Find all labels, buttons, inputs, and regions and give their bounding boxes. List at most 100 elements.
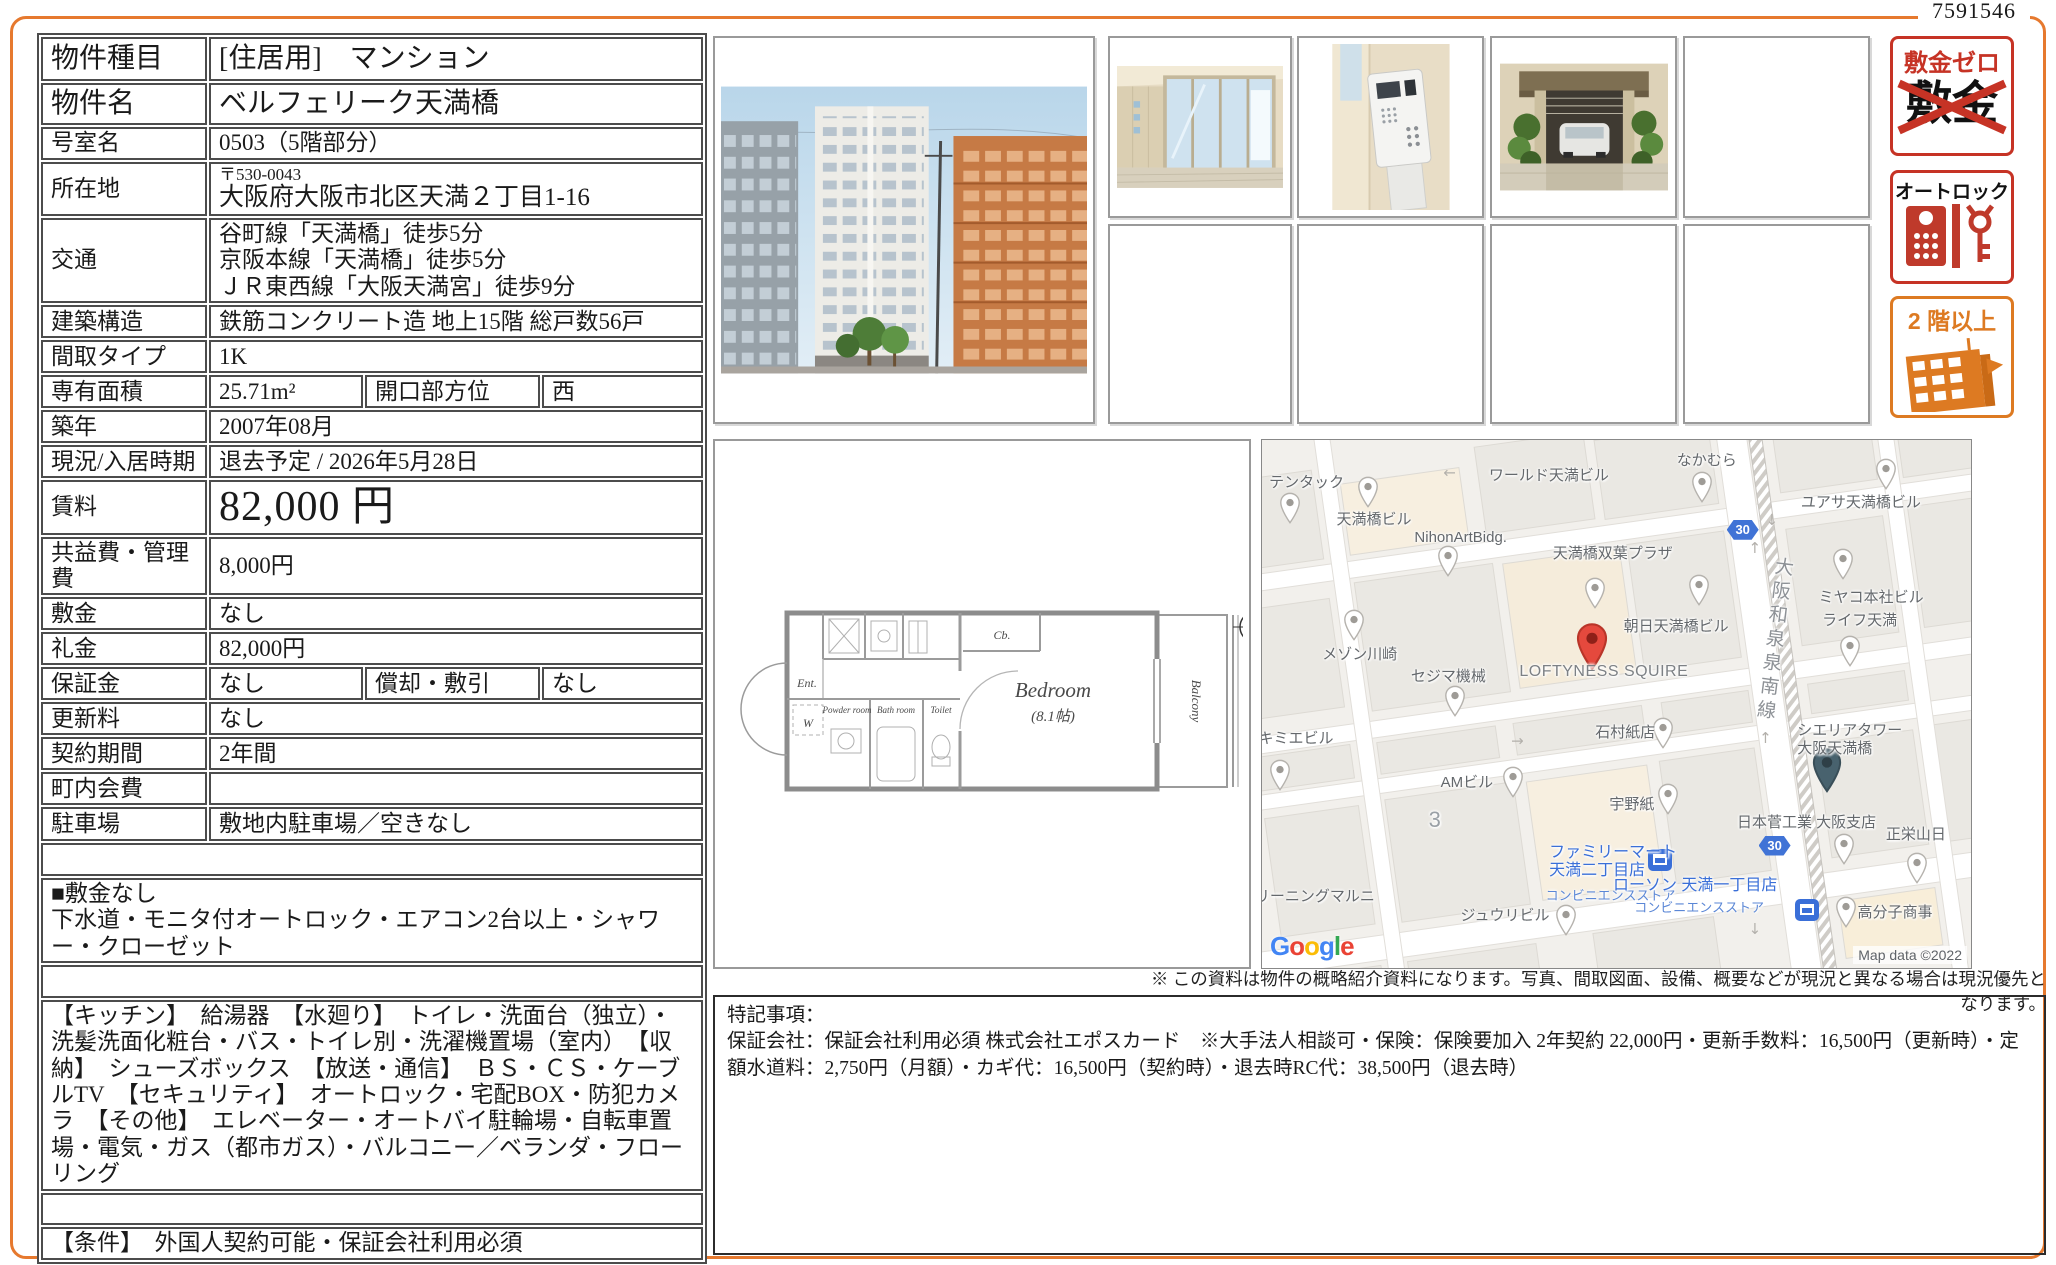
map-labels: テンタック天満橋ビルNihonArtBidg.ワールド天満ビルなかむらユアサ天満… (1262, 440, 1971, 968)
map-place-label: 天満橋双葉プラザ (1553, 545, 1673, 562)
map-place-label: メゾン川崎 (1322, 646, 1397, 663)
map-place-label: 天満橋ビル (1336, 511, 1411, 528)
badge-autolock: オートロック (1890, 170, 2014, 284)
equipment-content: 【キッチン】 給湯器 【水廻り】 トイレ・洗面台（独立）・洗髪洗面化粧台・バス・… (41, 1000, 703, 1191)
row-label: 築年 (41, 410, 207, 443)
bathroom-label: Bath room (877, 705, 915, 715)
row-label: 町内会費 (41, 772, 207, 805)
row-parking: 駐車場 敷地内駐車場／空きなし (41, 807, 703, 841)
row-town-fee: 町内会費 (41, 772, 703, 805)
row-label: 物件種目 (41, 37, 207, 81)
access-line: ＪＲ東西線「大阪天満宮」徒歩9分 (219, 274, 693, 300)
row-deposit: 敷金 なし (41, 597, 703, 630)
row-renewal-fee: 更新料 なし (41, 702, 703, 735)
photo-intercom (1297, 36, 1484, 218)
row-label: 現況/入居時期 (41, 445, 207, 478)
map-place-label: コンビニエンスストア (1634, 901, 1764, 916)
access-line: 京阪本線「天満橋」徒歩5分 (219, 247, 693, 273)
row-value (209, 772, 703, 805)
row-access: 交通 谷町線「天満橋」徒歩5分 京阪本線「天満橋」徒歩5分 ＪＲ東西線「大阪天満… (41, 218, 703, 303)
map-place-label: 大阪和泉泉南線 (1752, 555, 1794, 724)
row-label: 物件名 (41, 83, 207, 125)
row-value: 退去予定 / 2026年5月28日 (209, 445, 703, 478)
map-place-label: 石村紙店 (1595, 724, 1655, 741)
map-place-label: ユアサ天満橋ビル (1801, 494, 1921, 511)
building-exterior-illustration (721, 84, 1087, 376)
row-value: [住居用] マンション (209, 37, 703, 81)
address-text: 大阪府大阪市北区天満２丁目1-16 (219, 184, 693, 212)
row-guarantee: 保証金 なし 償却・敷引 なし (41, 667, 703, 700)
row-property-name: 物件名 ベルフェリーク天満橋 (41, 83, 703, 125)
row-value: 敷地内駐車場／空きなし (209, 807, 703, 841)
row-label: 礼金 (41, 632, 207, 665)
row-value-2: なし (542, 667, 703, 700)
map-place-label: 高分子商事 (1858, 904, 1933, 921)
map-place-label: 正栄山日 (1886, 826, 1946, 843)
badge-no-deposit-title: 敷金ゼロ (1893, 43, 2011, 78)
row-value: 82,000円 (209, 632, 703, 665)
map-place-label: ライフ天満 (1822, 612, 1897, 629)
map-place-label: シエリアタワー 大阪天満橋 (1797, 722, 1902, 757)
map-place-label: AMビル (1441, 774, 1494, 791)
row-label: 建築構造 (41, 305, 207, 338)
badge-second-floor-title: 2 階以上 (1893, 302, 2011, 336)
badge-autolock-title: オートロック (1893, 177, 2011, 204)
map-place-label: ミヤコ本社ビル (1819, 589, 1924, 606)
map-place-label: 朝日天満橋ビル (1624, 618, 1729, 635)
row-value: 2年間 (209, 737, 703, 770)
conditions-content: 【条件】 外国人契約可能・保証会社利用必須 (41, 1227, 703, 1260)
property-spec-table: 物件種目 [住居用] マンション 物件名 ベルフェリーク天満橋 号室名 0503… (37, 33, 707, 1264)
section-header-remarks: 備 考 (41, 843, 703, 875)
photo-garage (1490, 36, 1677, 218)
special-notes-title: 特記事項： (727, 1003, 2032, 1029)
badge-no-deposit: 敷金ゼロ 敷金 (1890, 36, 2014, 156)
autolock-intercom-key-icon (1904, 204, 2000, 268)
photo-slot-empty (1490, 224, 1677, 424)
row-status: 現況/入居時期 退去予定 / 2026年5月28日 (41, 445, 703, 478)
location-map: 3030 ↑↑↑↑↑↑ テンタック天満橋ビルNihonArtBidg.ワールド天… (1261, 439, 1972, 969)
property-sheet: { "page": { "doc_number": "7591546" }, "… (0, 0, 2056, 1265)
row-address: 所在地 〒530-0043 大阪府大阪市北区天満２丁目1-16 (41, 162, 703, 216)
photo-slot-empty (1297, 224, 1484, 424)
map-place-label: 宇野紙 (1609, 796, 1654, 813)
powder-room-label: Powder room (822, 705, 872, 715)
row-value: 谷町線「天満橋」徒歩5分 京阪本線「天満橋」徒歩5分 ＪＲ東西線「大阪天満宮」徒… (209, 218, 703, 303)
bedroom-label: Bedroom (1015, 678, 1091, 702)
row-label: 契約期間 (41, 737, 207, 770)
row-label: 共益費・管理費 (41, 537, 207, 596)
entrance-label: Ent. (796, 676, 817, 690)
row-management-fee: 共益費・管理費 8,000円 (41, 537, 703, 596)
washer-label: W (803, 716, 814, 730)
row-value: 2007年08月 (209, 410, 703, 443)
row-label: 交通 (41, 218, 207, 303)
crossed-deposit-word: 敷金 (1906, 80, 1998, 126)
row-value: 1K (209, 340, 703, 373)
map-place-label: ワールド天満ビル (1489, 467, 1609, 484)
map-place-label: テンタック (1269, 474, 1344, 491)
remarks-content: ■敷金なし 下水道・モニタ付オートロック・エアコン2台以上・シャワー・クローゼッ… (41, 878, 703, 963)
row-label-2: 開口部方位 (365, 375, 540, 408)
row-value: ベルフェリーク天満橋 (209, 83, 703, 125)
toilet-label: Toilet (930, 706, 952, 716)
map-place-label: キミエビル (1261, 730, 1333, 747)
document-number: 7591546 (1918, 0, 2030, 24)
balcony-label: Balcony (1189, 680, 1204, 723)
row-label: 間取タイプ (41, 340, 207, 373)
map-place-label: 日本菅工業 大阪支店 (1737, 814, 1876, 831)
rent-value: 82,000 円 (209, 480, 703, 534)
row-label: 駐車場 (41, 807, 207, 841)
section-header-equipment: 設 備 (41, 965, 703, 997)
row-rent: 賃料 82,000 円 (41, 480, 703, 534)
map-place-label: NihonArtBidg. (1414, 529, 1507, 546)
bedroom-size-label: (8.1帖) (1031, 708, 1075, 725)
row-value: 8,000円 (209, 537, 703, 596)
row-room-number: 号室名 0503（5階部分） (41, 127, 703, 160)
photo-slot-empty (1683, 36, 1870, 218)
map-place-label: セジマ機械 (1411, 668, 1486, 685)
map-place-label: ジュウリビル (1461, 907, 1550, 924)
row-value: なし (209, 702, 703, 735)
remarks-line: ■敷金なし (51, 881, 693, 907)
floorplan: Balcony Cb. Ent. W Powde (713, 439, 1251, 969)
row-label: 敷金 (41, 597, 207, 630)
row-built-year: 築年 2007年08月 (41, 410, 703, 443)
